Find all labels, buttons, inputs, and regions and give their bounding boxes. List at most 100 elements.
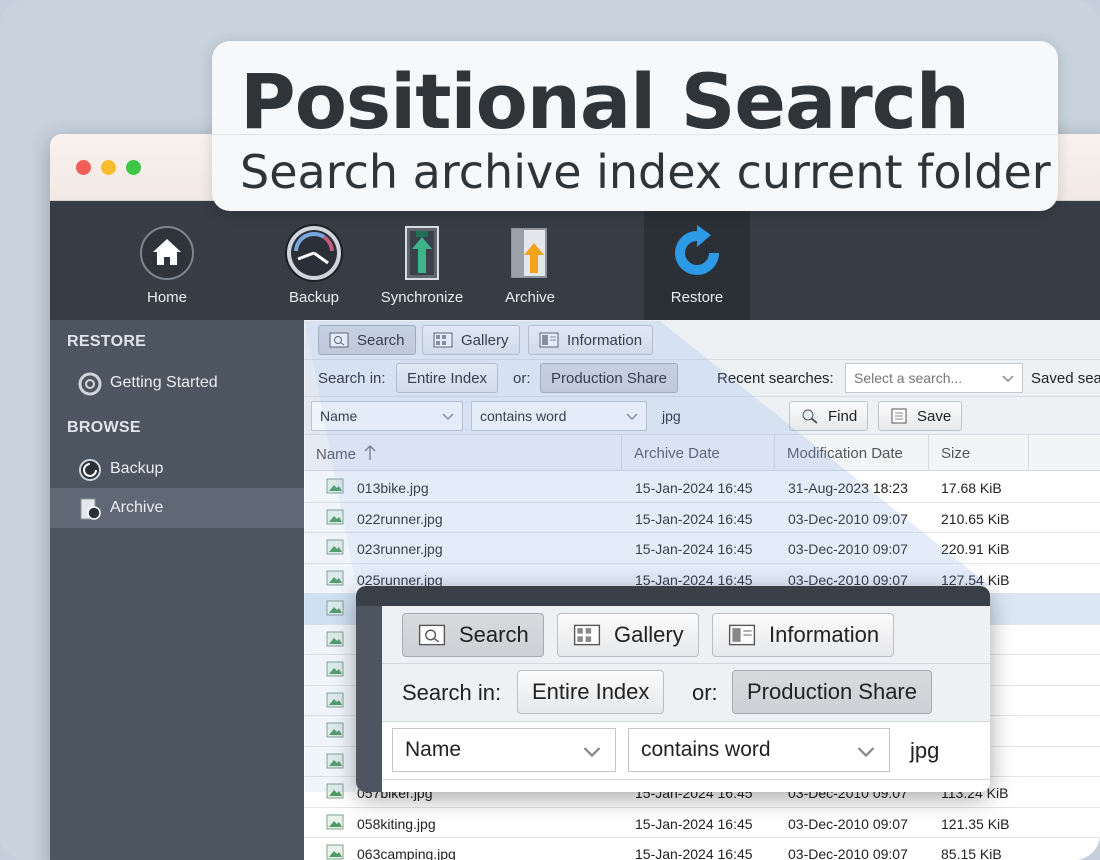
toolbar-restore[interactable]: Restore bbox=[644, 201, 750, 320]
zoom-window-button[interactable] bbox=[126, 160, 141, 175]
backup-gauge-icon bbox=[285, 224, 343, 282]
callout-tab-gallery[interactable]: Gallery bbox=[557, 613, 699, 657]
column-header-archive-date[interactable]: Archive Date bbox=[622, 435, 775, 471]
recent-searches-select[interactable]: Select a search... bbox=[845, 363, 1023, 393]
callout-toolbar-strip bbox=[356, 586, 990, 606]
table-header: Name Archive Date Modification Date Size bbox=[304, 435, 1100, 471]
information-icon bbox=[728, 624, 756, 646]
cell-size: 17.68 KiB bbox=[941, 480, 1002, 496]
toolbar-backup[interactable]: Backup bbox=[259, 201, 369, 320]
field-select[interactable]: Name bbox=[311, 401, 463, 431]
callout-entire-index-button[interactable]: Entire Index bbox=[517, 670, 665, 714]
find-label: Find bbox=[828, 407, 858, 425]
production-share-button[interactable]: Production Share bbox=[540, 363, 678, 393]
table-row[interactable]: 013bike.jpg 15-Jan-2024 16:45 31-Aug-2023 … bbox=[304, 472, 1100, 503]
close-window-button[interactable] bbox=[76, 160, 91, 175]
toolbar-home-label: Home bbox=[146, 289, 187, 306]
image-file-icon bbox=[326, 600, 344, 616]
callout-operator-select[interactable]: contains word bbox=[628, 728, 890, 772]
image-file-icon bbox=[326, 661, 344, 677]
toolbar-home[interactable]: Home bbox=[112, 201, 222, 320]
callout-tab-information[interactable]: Information bbox=[712, 613, 895, 657]
callout-search-value[interactable]: jpg bbox=[910, 738, 939, 764]
callout-tab-information-label: Information bbox=[769, 622, 880, 647]
toolbar-restore-label: Restore bbox=[670, 289, 724, 306]
toolbar-synchronize[interactable]: Synchronize bbox=[367, 201, 477, 320]
entire-index-button[interactable]: Entire Index bbox=[396, 363, 499, 393]
search-in-label: Search in: bbox=[318, 370, 386, 387]
column-header-size[interactable]: Size bbox=[929, 435, 1029, 471]
callout-tab-gallery-label: Gallery bbox=[614, 622, 684, 647]
callout-or-label: or: bbox=[692, 680, 718, 705]
column-header-name[interactable]: Name bbox=[304, 435, 622, 471]
cell-archive-date: 15-Jan-2024 16:45 bbox=[635, 846, 753, 860]
toolbar-archive[interactable]: Archive bbox=[475, 201, 585, 320]
callout-tab-search[interactable]: Search bbox=[402, 613, 544, 657]
callout-field-value: Name bbox=[405, 738, 462, 761]
cell-name: 013bike.jpg bbox=[357, 480, 429, 496]
find-button[interactable]: Find bbox=[789, 401, 869, 431]
callout-production-share-button[interactable]: Production Share bbox=[732, 670, 932, 714]
save-label: Save bbox=[917, 407, 952, 425]
magnified-callout: Search Gallery Information Search in: En… bbox=[356, 586, 990, 792]
operator-select[interactable]: contains word bbox=[471, 401, 647, 431]
callout-tab-search-label: Search bbox=[459, 622, 529, 647]
production-share-label: Production Share bbox=[551, 369, 667, 387]
search-value-input[interactable]: jpg bbox=[653, 401, 783, 431]
tab-search-label: Search bbox=[357, 331, 405, 349]
cell-size: 121.35 KiB bbox=[941, 815, 1010, 832]
column-header-label: Name bbox=[316, 446, 357, 463]
tab-search[interactable]: Search bbox=[318, 325, 416, 355]
saved-searches-label: Saved sea bbox=[1031, 370, 1100, 387]
image-file-icon bbox=[326, 753, 344, 768]
table-row[interactable]: 063camping.jpg 15-Jan-2024 16:45 03-Dec-20… bbox=[304, 838, 1100, 860]
tab-information[interactable]: Information bbox=[528, 325, 654, 355]
callout-search-scope-row: Search in: Entire Index or: Production S… bbox=[382, 664, 990, 722]
minimize-window-button[interactable] bbox=[101, 160, 116, 175]
cell-name: 063camping.jpg bbox=[357, 846, 456, 860]
table-row[interactable]: 022runner.jpg 15-Jan-2024 16:45 03-Dec-201… bbox=[304, 503, 1100, 533]
tab-information-label: Information bbox=[567, 331, 643, 349]
cell-archive-date: 15-Jan-2024 16:45 bbox=[635, 815, 753, 832]
tab-gallery[interactable]: Gallery bbox=[422, 325, 520, 355]
cell-name: 058kiting.jpg bbox=[357, 815, 436, 832]
toolbar-backup-label: Backup bbox=[288, 289, 340, 306]
cell-modification-date: 03-Dec-2010 09:07 bbox=[788, 510, 908, 527]
sidebar-heading-browse: BROWSE bbox=[67, 419, 141, 436]
cell-size: 210.65 KiB bbox=[941, 510, 1010, 527]
gallery-icon bbox=[433, 332, 453, 348]
banner-divider bbox=[212, 134, 1058, 135]
column-header-modification-date[interactable]: Modification Date bbox=[775, 435, 929, 471]
synchronize-icon bbox=[405, 226, 439, 280]
image-file-icon bbox=[326, 692, 344, 707]
recent-searches-placeholder: Select a search... bbox=[854, 370, 963, 386]
table-row[interactable]: 058kiting.jpg 15-Jan-2024 16:45 03-Dec-201… bbox=[304, 808, 1100, 838]
chevron-down-icon bbox=[442, 413, 454, 421]
callout-search-in-label: Search in: bbox=[402, 680, 502, 705]
sidebar-item-label: Getting Started bbox=[110, 374, 218, 391]
callout-field-select[interactable]: Name bbox=[392, 728, 616, 772]
sort-ascending-icon bbox=[364, 445, 376, 460]
home-icon bbox=[140, 226, 194, 280]
chevron-down-icon bbox=[857, 747, 875, 758]
sidebar-item-label: Archive bbox=[110, 499, 164, 516]
image-file-icon bbox=[326, 844, 344, 860]
column-header-label: Archive Date bbox=[634, 445, 720, 462]
magnifier-icon bbox=[802, 409, 818, 424]
sidebar-item-getting-started[interactable]: Getting Started bbox=[50, 363, 304, 403]
lifebuoy-icon bbox=[78, 372, 102, 396]
callout-operator-value: contains word bbox=[641, 738, 771, 761]
save-search-button[interactable]: Save bbox=[878, 401, 963, 431]
callout-entire-index-label: Entire Index bbox=[532, 679, 650, 704]
archive-icon bbox=[511, 228, 547, 278]
cell-modification-date: 03-Dec-2010 09:07 bbox=[788, 541, 908, 557]
table-row[interactable]: 023runner.jpg 15-Jan-2024 16:45 03-Dec-201… bbox=[304, 533, 1100, 564]
sidebar-item-backup[interactable]: Backup bbox=[50, 449, 304, 489]
sidebar-item-archive[interactable]: Archive bbox=[50, 488, 304, 528]
banner-subtitle: Search archive index current folder bbox=[240, 145, 1051, 199]
image-file-icon bbox=[326, 722, 344, 738]
cell-archive-date: 15-Jan-2024 16:45 bbox=[635, 480, 753, 496]
image-file-icon bbox=[326, 478, 344, 494]
toolbar-synchronize-label: Synchronize bbox=[380, 289, 464, 306]
cell-size: 220.91 KiB bbox=[941, 541, 1010, 557]
